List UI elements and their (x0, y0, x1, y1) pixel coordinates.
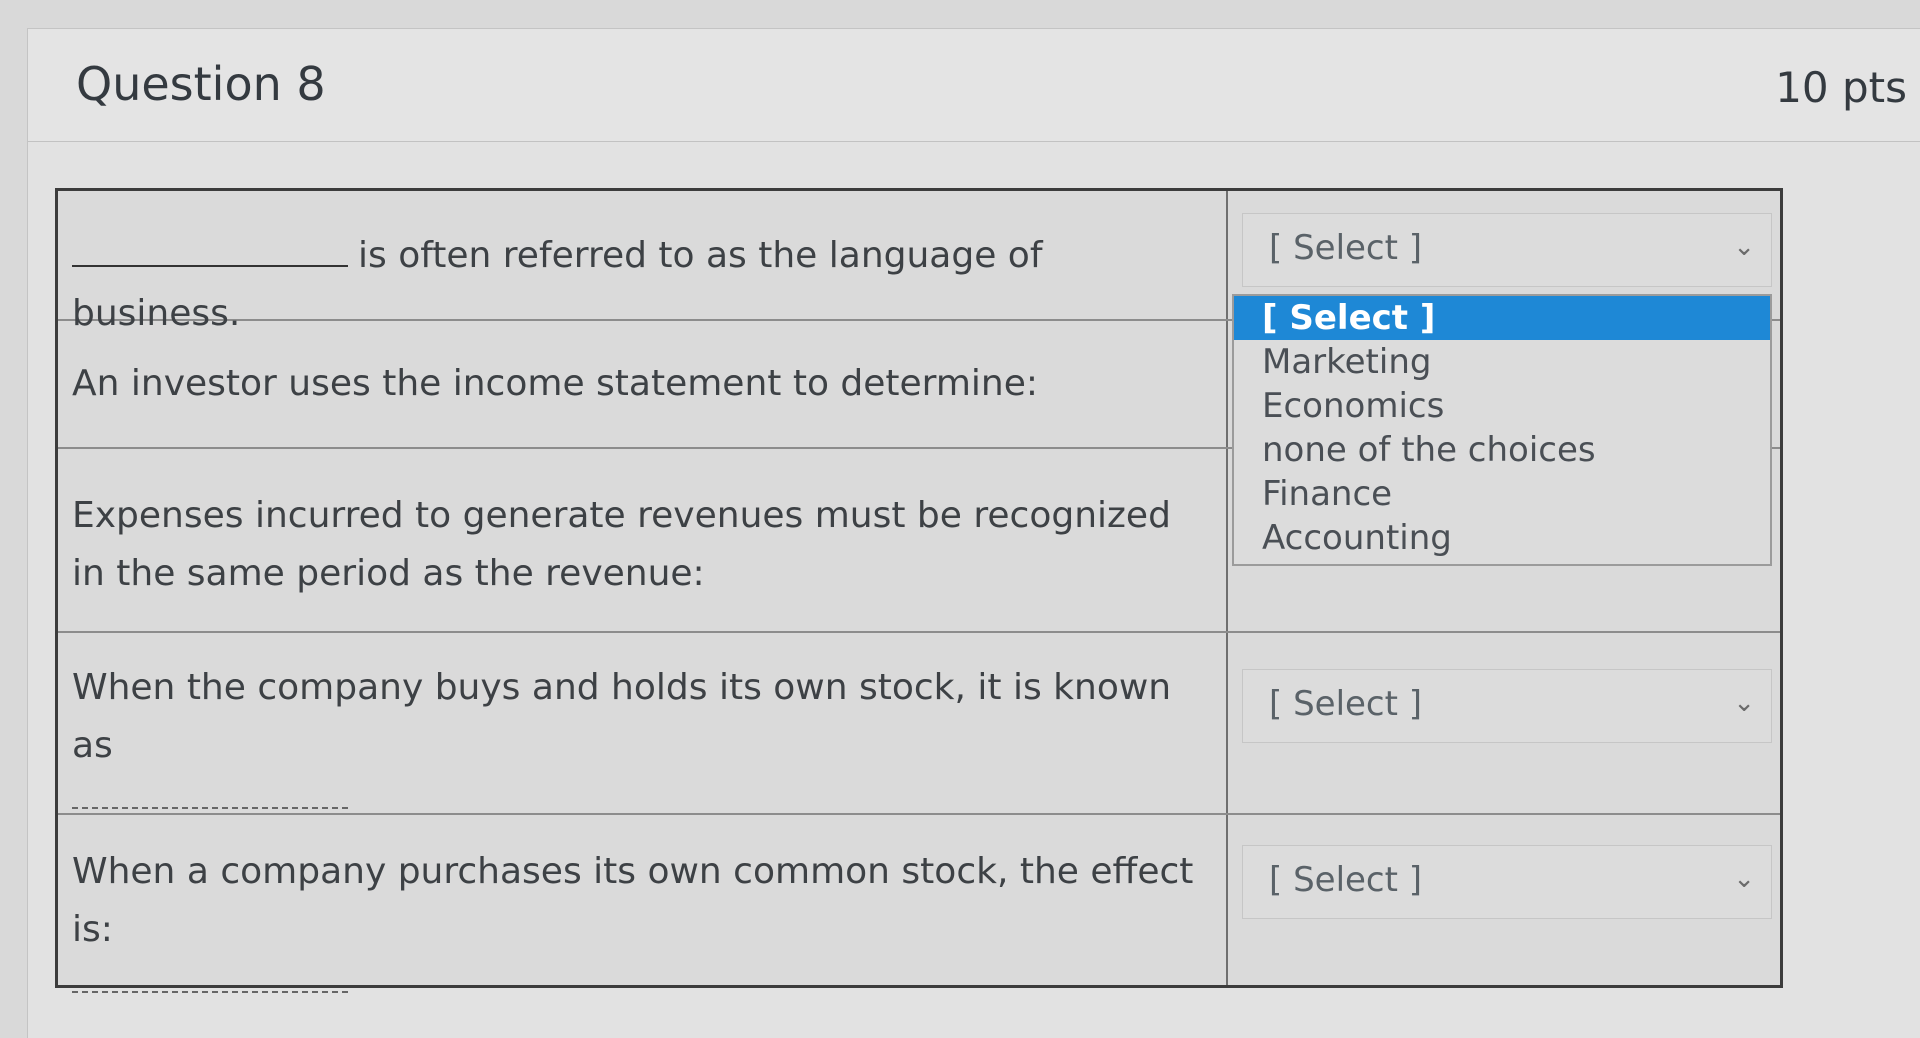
table-row: is often referred to as the language of … (58, 191, 1780, 566)
answer-blank (72, 965, 348, 993)
select-value: [ Select ] (1269, 228, 1423, 268)
table-row: When a company purchases its own common … (58, 815, 1780, 993)
answer-cell: [ Select ] ⌄ (1228, 815, 1780, 985)
dropdown-option[interactable]: Finance (1234, 472, 1770, 516)
chevron-down-icon: ⌄ (1733, 864, 1755, 894)
table-row: When the company buys and holds its own … (58, 633, 1780, 815)
dropdown-option[interactable]: Marketing (1234, 340, 1770, 384)
dropdown-option[interactable]: Economics (1234, 384, 1770, 428)
answer-blank (72, 781, 348, 809)
answer-select[interactable]: [ Select ] ⌄ (1242, 845, 1772, 919)
question-prompt: An investor uses the income statement to… (72, 363, 1039, 404)
question-cell: Expenses incurred to generate revenues m… (58, 449, 1228, 631)
question-cell: When a company purchases its own common … (58, 815, 1228, 993)
select-value: [ Select ] (1269, 684, 1423, 724)
dropdown-option[interactable]: Accounting (1234, 516, 1770, 560)
dropdown-option[interactable]: none of the choices (1234, 428, 1770, 472)
chevron-down-icon: ⌄ (1733, 688, 1755, 718)
question-title: Question 8 (76, 57, 326, 111)
answer-select[interactable]: [ Select ] ⌄ (1242, 669, 1772, 743)
answer-cell: [ Select ] ⌄ [ Select ] Marketing Econom… (1228, 191, 1780, 566)
question-header: Question 8 10 pts (28, 29, 1920, 142)
question-prompt: When a company purchases its own common … (72, 851, 1194, 950)
dropdown-list: [ Select ] Marketing Economics none of t… (1232, 294, 1772, 566)
question-prompt: When the company buys and holds its own … (72, 667, 1172, 766)
matching-table: is often referred to as the language of … (55, 188, 1783, 993)
answer-blank (72, 227, 348, 267)
answer-select[interactable]: [ Select ] ⌄ (1242, 213, 1772, 287)
question-points: 10 pts (1775, 63, 1907, 112)
chevron-down-icon: ⌄ (1733, 232, 1755, 262)
question-cell: When the company buys and holds its own … (58, 633, 1228, 813)
select-value: [ Select ] (1269, 860, 1423, 900)
answer-cell: [ Select ] ⌄ (1228, 633, 1780, 813)
question-cell: is often referred to as the language of … (58, 191, 1228, 334)
question-prompt: Expenses incurred to generate revenues m… (72, 495, 1171, 594)
dropdown-option[interactable]: [ Select ] (1234, 296, 1770, 340)
question-cell: An investor uses the income statement to… (58, 321, 1228, 447)
